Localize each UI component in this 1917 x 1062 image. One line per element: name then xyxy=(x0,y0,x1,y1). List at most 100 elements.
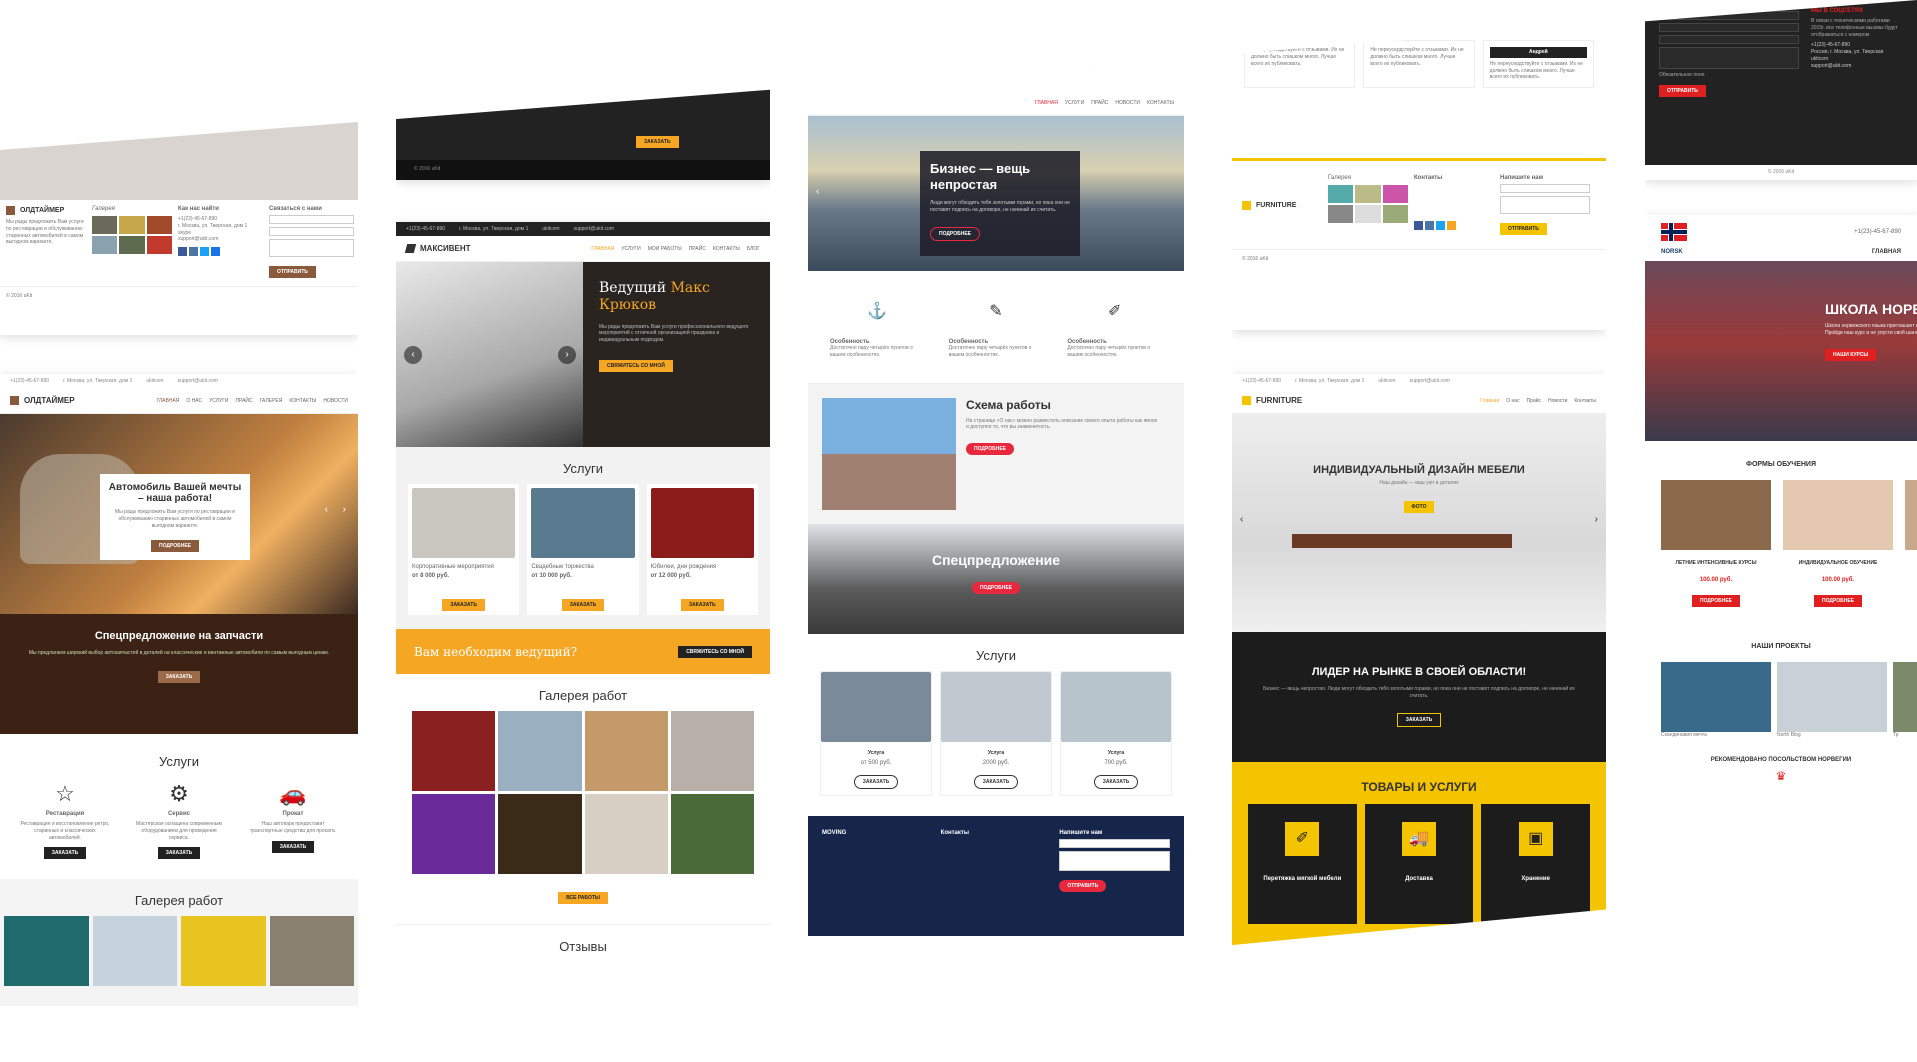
facebook-icon[interactable] xyxy=(1414,221,1423,230)
slider-next-icon[interactable]: › xyxy=(1595,514,1598,525)
slider-next-icon[interactable]: › xyxy=(343,504,346,515)
gallery-photo[interactable] xyxy=(181,916,266,987)
slider-prev-icon[interactable]: ‹ xyxy=(1240,514,1243,525)
prev-order-button[interactable]: ЗАКАЗАТЬ xyxy=(636,136,679,148)
menu-item[interactable]: О нас xyxy=(1506,398,1519,404)
email-field[interactable] xyxy=(1659,23,1799,32)
menu-item[interactable]: ГАЛЕРЕЯ xyxy=(260,398,283,404)
menu-item[interactable]: БЛОГ xyxy=(747,246,760,252)
message-field[interactable] xyxy=(1059,851,1170,872)
message-field[interactable] xyxy=(1659,47,1799,69)
service-order-button[interactable]: ЗАКАЗАТЬ xyxy=(43,847,87,860)
gallery-thumb[interactable] xyxy=(119,236,145,254)
menu-item[interactable]: ГЛАВНАЯ xyxy=(1872,249,1901,255)
twitter-icon[interactable] xyxy=(1436,221,1445,230)
hero-photo-button[interactable]: ФОТО xyxy=(1403,500,1435,513)
menu-item[interactable]: КОНТАКТЫ xyxy=(1147,100,1174,106)
menu-item[interactable]: НОВОСТИ xyxy=(1115,100,1140,106)
menu-item[interactable]: О НАС xyxy=(186,398,202,404)
menu-item[interactable]: Главная xyxy=(1480,398,1499,404)
service-order-button[interactable]: ЗАКАЗАТЬ xyxy=(157,847,201,860)
gallery-thumb[interactable] xyxy=(92,236,118,254)
service-order-button[interactable]: ЗАКАЗАТЬ xyxy=(271,840,315,853)
leader-order-button[interactable]: ЗАКАЗАТЬ xyxy=(1396,712,1442,727)
special-order-button[interactable]: ЗАКАЗАТЬ xyxy=(157,670,201,683)
menu-item[interactable]: ГЛАВНАЯ xyxy=(156,398,179,404)
hero-contact-button[interactable]: СВЯЖИТЕСЬ СО МНОЙ xyxy=(599,359,673,372)
goods-card[interactable]: 🚚 Доставка xyxy=(1364,804,1474,924)
gallery-photo[interactable] xyxy=(584,711,668,791)
cta-contact-button[interactable]: СВЯЖИТЕСЬ СО МНОЙ xyxy=(678,645,752,658)
message-field[interactable] xyxy=(269,239,354,257)
send-button[interactable]: ОТПРАВИТЬ xyxy=(1659,84,1706,97)
gallery-photo[interactable] xyxy=(498,794,582,874)
service-order-button[interactable]: ЗАКАЗАТЬ xyxy=(561,599,605,611)
gallery-thumb[interactable] xyxy=(1355,205,1381,223)
name-field[interactable] xyxy=(269,215,354,224)
course-more-button[interactable]: ПОДРОБНЕЕ xyxy=(1691,594,1740,607)
gallery-photo[interactable] xyxy=(670,794,754,874)
gallery-thumb[interactable] xyxy=(1382,205,1408,223)
project-photo[interactable] xyxy=(1661,661,1771,732)
menu-item[interactable]: ПРАЙС xyxy=(689,246,706,252)
gallery-thumb[interactable] xyxy=(1382,185,1408,203)
slider-next-icon[interactable]: › xyxy=(558,346,576,364)
course-more-button[interactable]: ПОДРОБНЕЕ xyxy=(1813,594,1862,607)
gallery-thumb[interactable] xyxy=(1328,185,1354,203)
menu-item[interactable]: УСЛУГИ xyxy=(209,398,228,404)
brand-name[interactable]: FURNITURE xyxy=(1256,396,1302,405)
email-field[interactable] xyxy=(1500,184,1590,193)
name-field[interactable] xyxy=(1059,839,1170,849)
menu-item[interactable]: НОВОСТИ xyxy=(323,398,348,404)
service-order-button[interactable]: ЗАКАЗАТЬ xyxy=(442,599,485,611)
phone-field[interactable] xyxy=(1659,35,1799,44)
gallery-thumb[interactable] xyxy=(1355,185,1381,203)
vk-icon[interactable] xyxy=(189,247,198,256)
gallery-photo[interactable] xyxy=(4,916,89,987)
goods-card[interactable]: ▣ Хранение xyxy=(1481,804,1590,924)
gallery-photo[interactable] xyxy=(584,794,668,874)
hero-courses-button[interactable]: НАШИ КУРСЫ xyxy=(1825,348,1877,361)
gallery-photo[interactable] xyxy=(412,794,496,874)
slider-prev-icon[interactable]: ‹ xyxy=(404,346,422,364)
special-more-button[interactable]: ПОДРОБНЕЕ xyxy=(971,581,1020,594)
service-order-button[interactable]: ЗАКАЗАТЬ xyxy=(1093,775,1139,790)
facebook-icon[interactable] xyxy=(178,247,187,256)
send-button[interactable]: ОТПРАВИТЬ xyxy=(1059,880,1107,893)
send-button[interactable]: ОТПРАВИТЬ xyxy=(269,266,316,278)
scheme-more-button[interactable]: ПОДРОБНЕЕ xyxy=(966,443,1015,455)
odnoklassniki-icon[interactable] xyxy=(211,247,220,256)
menu-item[interactable]: КОНТАКТЫ xyxy=(289,398,316,404)
menu-item[interactable]: ПРАЙС xyxy=(1091,100,1108,106)
project-photo[interactable] xyxy=(1893,661,1917,732)
brand-name[interactable]: NORSK xyxy=(1661,249,1683,255)
menu-item[interactable]: ГЛАВНАЯ xyxy=(591,246,614,252)
gallery-photo[interactable] xyxy=(269,916,354,987)
gallery-thumb[interactable] xyxy=(92,216,118,234)
project-photo[interactable] xyxy=(1777,661,1887,732)
brand-name[interactable]: МАКСИВЕНТ xyxy=(420,244,471,253)
gallery-thumb[interactable] xyxy=(1328,205,1354,223)
service-order-button[interactable]: ЗАКАЗАТЬ xyxy=(973,775,1019,790)
menu-item[interactable]: Новости xyxy=(1548,398,1567,404)
brand-name[interactable]: ОЛДТАЙМЕР xyxy=(24,396,75,405)
twitter-icon[interactable] xyxy=(200,247,209,256)
message-field[interactable] xyxy=(1500,196,1590,214)
menu-item[interactable]: КОНТАКТЫ xyxy=(713,246,740,252)
odnoklassniki-icon[interactable] xyxy=(1447,221,1456,230)
menu-item[interactable]: Контакты xyxy=(1574,398,1596,404)
all-works-button[interactable]: ВСЕ РАБОТЫ xyxy=(558,892,608,904)
service-order-button[interactable]: ЗАКАЗАТЬ xyxy=(853,775,899,790)
gallery-photo[interactable] xyxy=(92,916,177,987)
service-order-button[interactable]: ЗАКАЗАТЬ xyxy=(681,599,724,611)
gallery-photo[interactable] xyxy=(670,711,754,791)
gallery-thumb[interactable] xyxy=(146,216,172,234)
gallery-thumb[interactable] xyxy=(146,236,172,254)
menu-item[interactable]: ПРАЙС xyxy=(236,398,253,404)
menu-item[interactable]: МОИ РАБОТЫ xyxy=(648,246,682,252)
slider-prev-icon[interactable]: ‹ xyxy=(816,186,819,197)
send-button[interactable]: ОТПРАВИТЬ xyxy=(1500,223,1547,235)
slider-prev-icon[interactable]: ‹ xyxy=(325,504,328,515)
hero-more-button[interactable]: ПОДРОБНЕЕ xyxy=(150,540,199,553)
vk-icon[interactable] xyxy=(1425,221,1434,230)
